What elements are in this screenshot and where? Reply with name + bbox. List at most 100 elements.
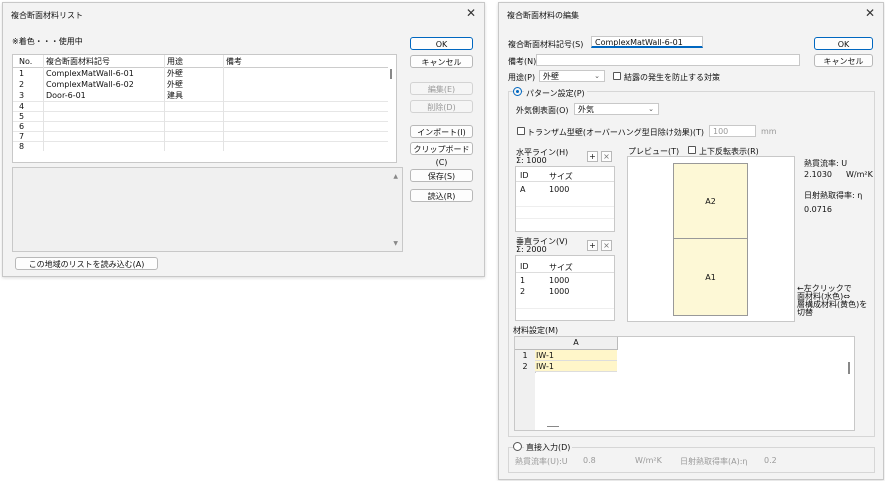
- material-settings-label: 材料設定(M): [513, 326, 559, 335]
- list-scrollbar[interactable]: [388, 57, 394, 160]
- solar-gain-label: 日射熱取得率: η: [804, 191, 863, 200]
- row-no: 1: [13, 67, 44, 79]
- row-use: 外壁: [164, 79, 224, 90]
- table-row[interactable]: 6: [13, 121, 388, 132]
- table-row[interactable]: 1 ComplexMatWall-6-01 外壁: [13, 67, 388, 79]
- material-hscrollbar[interactable]: [547, 426, 559, 427]
- scrollbar-thumb[interactable]: [390, 69, 392, 79]
- load-button[interactable]: 読込(R): [410, 189, 473, 202]
- use-select[interactable]: 外壁 ⌄: [539, 70, 605, 82]
- preview-canvas[interactable]: A2 A1: [627, 156, 795, 322]
- ok-button[interactable]: OK: [814, 37, 873, 50]
- row-no: 5: [13, 111, 44, 122]
- horiz-add-button[interactable]: +: [587, 151, 598, 162]
- preview-cell-a2[interactable]: A2: [673, 163, 748, 239]
- row-no: 3: [13, 90, 44, 102]
- condensation-label: 結露の発生を防止する対策: [624, 73, 720, 82]
- cancel-button[interactable]: キャンセル: [410, 55, 473, 68]
- table-row[interactable]: 3 Door-6-01 建具: [13, 90, 388, 102]
- horiz-line-sum: Σ: 1000: [516, 156, 547, 165]
- delete-button[interactable]: 削除(D): [410, 100, 473, 113]
- material-grid-gutter: [515, 372, 535, 430]
- heat-transmittance-unit: W/m²K: [846, 170, 873, 179]
- vert-row-id[interactable]: 1: [520, 276, 525, 285]
- row-no: 4: [13, 101, 44, 112]
- direct-eta-value[interactable]: 0.2: [764, 456, 777, 465]
- row-code: Door-6-01: [43, 90, 165, 102]
- table-row[interactable]: 5: [13, 111, 388, 122]
- divider: [516, 181, 614, 182]
- material-col-header[interactable]: A: [535, 337, 618, 350]
- col-header-code[interactable]: 複合断面材料記号: [43, 55, 165, 68]
- use-select-value: 外壁: [543, 72, 559, 81]
- vert-line-sum: Σ: 2000: [516, 245, 547, 254]
- horiz-row-id[interactable]: A: [520, 185, 525, 194]
- col-header-no[interactable]: No.: [13, 55, 44, 68]
- direct-input-radio[interactable]: [513, 442, 522, 451]
- table-row[interactable]: 8: [13, 141, 388, 151]
- close-icon[interactable]: ✕: [466, 7, 476, 19]
- transom-unit: mm: [761, 127, 777, 136]
- table-row[interactable]: 2 ComplexMatWall-6-02 外壁: [13, 79, 388, 90]
- chevron-down-icon: ⌄: [648, 105, 654, 113]
- direct-u-unit: W/m²K: [635, 456, 662, 465]
- horiz-col-id: ID: [520, 171, 529, 180]
- heat-transmittance-label: 熱貫流率: U: [804, 159, 848, 168]
- pattern-radio[interactable]: [513, 87, 522, 96]
- vert-row-id[interactable]: 2: [520, 287, 525, 296]
- material-col-label: A: [573, 338, 579, 347]
- row-code: ComplexMatWall-6-01: [43, 67, 165, 79]
- table-header-row: No. 複合断面材料記号 用途 備考: [13, 55, 388, 68]
- row-code: ComplexMatWall-6-02: [43, 79, 165, 90]
- vert-row-size[interactable]: 1000: [549, 276, 569, 285]
- outer-surface-value: 外気: [578, 105, 594, 114]
- code-input[interactable]: ComplexMatWall-6-01: [591, 36, 703, 48]
- note-input[interactable]: [536, 54, 800, 66]
- import-button[interactable]: インポート(I): [410, 125, 473, 138]
- transom-checkbox[interactable]: [517, 127, 525, 135]
- usage-note: ※着色・・・使用中: [12, 37, 83, 46]
- vert-row-size[interactable]: 1000: [549, 287, 569, 296]
- note-label: 備考(N): [508, 57, 537, 66]
- condensation-checkbox[interactable]: [613, 72, 621, 80]
- material-cell[interactable]: IW-1: [535, 361, 617, 372]
- outer-surface-label: 外気側表面(O): [516, 106, 569, 115]
- row-use: 外壁: [164, 67, 224, 79]
- divider: [516, 206, 614, 207]
- save-button[interactable]: 保存(S): [410, 169, 473, 182]
- outer-surface-select[interactable]: 外気 ⌄: [574, 103, 659, 115]
- table-row[interactable]: 4: [13, 101, 388, 112]
- row-use: 建具: [164, 90, 224, 102]
- dialog-title: 複合断面材料リスト: [11, 11, 83, 20]
- material-list-dialog: 複合断面材料リスト ✕ ※着色・・・使用中 No. 複合断面材料記号 用途 備考…: [2, 2, 485, 277]
- click-hint: ←左クリックで 面材料(水色)⇔ 層構成材料(黄色)を 切替: [797, 284, 868, 317]
- flip-checkbox[interactable]: [688, 146, 696, 154]
- divider: [516, 218, 614, 219]
- direct-u-value[interactable]: 0.8: [583, 456, 596, 465]
- material-edit-dialog: 複合断面材料の編集 ✕ 複合断面材料記号(S) ComplexMatWall-6…: [498, 2, 884, 480]
- material-grid: A 1 IW-1 2 IW-1: [514, 336, 855, 431]
- clipboard-button[interactable]: クリップボード(C): [410, 142, 473, 167]
- vert-add-button[interactable]: +: [587, 240, 598, 251]
- material-cell[interactable]: IW-1: [535, 350, 617, 361]
- row-no: 2: [13, 79, 44, 90]
- close-icon[interactable]: ✕: [865, 7, 875, 19]
- horiz-row-size[interactable]: 1000: [549, 185, 569, 194]
- heat-transmittance-value: 2.1030: [804, 170, 832, 179]
- direct-u-label: 熱貫流率(U):U: [515, 457, 568, 466]
- ok-button[interactable]: OK: [410, 37, 473, 50]
- transom-input[interactable]: 100: [709, 125, 756, 137]
- load-region-list-button[interactable]: この地域のリストを読み込む(A): [15, 257, 158, 270]
- vert-remove-button[interactable]: ×: [601, 240, 612, 251]
- scroll-down-icon[interactable]: ▼: [393, 240, 398, 247]
- use-label: 用途(P): [508, 73, 536, 82]
- cancel-button[interactable]: キャンセル: [814, 54, 873, 67]
- col-header-use[interactable]: 用途: [164, 55, 224, 68]
- horiz-remove-button[interactable]: ×: [601, 151, 612, 162]
- edit-button[interactable]: 編集(E): [410, 82, 473, 95]
- material-vscrollbar[interactable]: [848, 362, 850, 374]
- preview-cell-a1[interactable]: A1: [673, 238, 748, 316]
- table-row[interactable]: 7: [13, 131, 388, 142]
- scroll-up-icon[interactable]: ▲: [393, 173, 398, 180]
- col-header-note[interactable]: 備考: [224, 55, 389, 68]
